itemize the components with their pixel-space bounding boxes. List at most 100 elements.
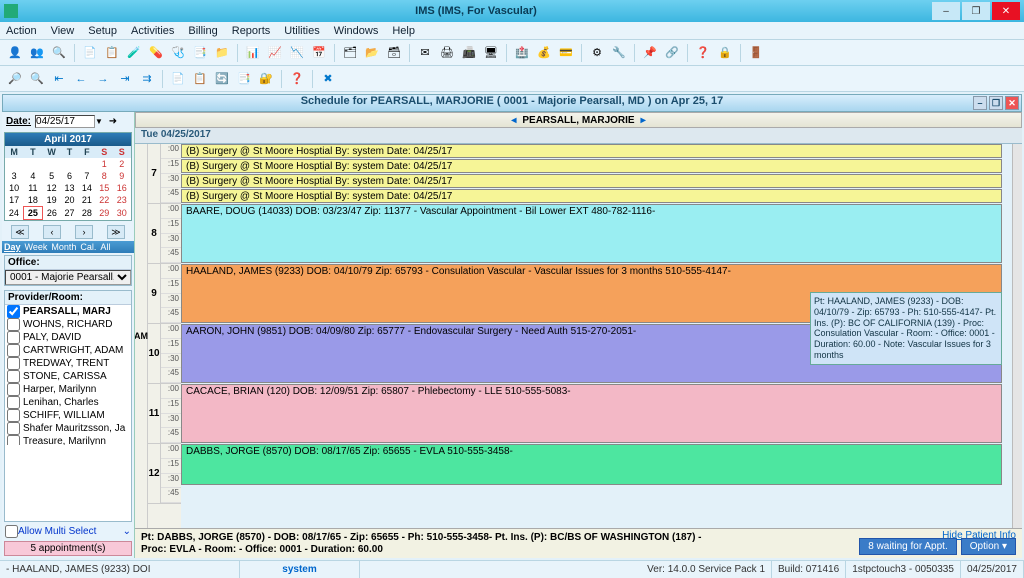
tool-icon[interactable]: 📋: [103, 44, 121, 62]
tool-icon[interactable]: ⚙: [588, 44, 606, 62]
view-tab-cal[interactable]: Cal.: [80, 242, 96, 252]
calendar-day[interactable]: 9: [113, 170, 130, 182]
menu-windows[interactable]: Windows: [334, 25, 379, 37]
menu-reports[interactable]: Reports: [232, 25, 271, 37]
tool-icon[interactable]: 📠: [460, 44, 478, 62]
calendar-day[interactable]: 8: [96, 170, 113, 182]
date-dropdown-icon[interactable]: ▼: [95, 117, 103, 126]
provider-item[interactable]: Lenihan, Charles: [5, 396, 131, 409]
calendar-day[interactable]: 17: [5, 194, 23, 207]
calendar-day[interactable]: 30: [113, 207, 130, 220]
appointment-block[interactable]: BAARE, DOUG (14033) DOB: 03/23/47 Zip: 1…: [181, 204, 1002, 263]
calendar-day[interactable]: 4: [23, 170, 42, 182]
calendar-day[interactable]: 11: [23, 182, 42, 194]
menu-billing[interactable]: Billing: [188, 25, 217, 37]
nav-back-icon[interactable]: ←: [72, 70, 90, 88]
calendar-day[interactable]: 1: [96, 158, 113, 170]
close-icon[interactable]: ✖: [319, 70, 337, 88]
tool-icon[interactable]: 📅: [310, 44, 328, 62]
tool-icon[interactable]: 🔧: [610, 44, 628, 62]
appointment-block[interactable]: (B) Surgery @ St Moore Hosptial By: syst…: [181, 174, 1002, 188]
exit-icon[interactable]: 🚪: [747, 44, 765, 62]
provider-item[interactable]: Harper, Marilynn: [5, 383, 131, 396]
appointment-block[interactable]: CACACE, BRIAN (120) DOB: 12/09/51 Zip: 6…: [181, 384, 1002, 443]
calendar-day[interactable]: 27: [61, 207, 78, 220]
tool-icon[interactable]: 💰: [535, 44, 553, 62]
tool-icon[interactable]: 🗃: [385, 44, 403, 62]
menu-help[interactable]: Help: [392, 25, 415, 37]
tool-icon[interactable]: 🖥: [482, 44, 500, 62]
calendar-day[interactable]: 19: [42, 194, 60, 207]
view-tab-month[interactable]: Month: [51, 242, 76, 252]
calendar-day[interactable]: 6: [61, 170, 78, 182]
provider-item[interactable]: Shafer Mauritzsson, Ja: [5, 422, 131, 435]
tool-icon[interactable]: 📂: [363, 44, 381, 62]
cal-next[interactable]: ›: [75, 225, 93, 239]
close-button[interactable]: ✕: [992, 2, 1020, 20]
tool-icon[interactable]: 💳: [557, 44, 575, 62]
appointment-block[interactable]: DABBS, JORGE (8570) DOB: 08/17/65 Zip: 6…: [181, 444, 1002, 485]
calendar-day[interactable]: 23: [113, 194, 130, 207]
calendar-day[interactable]: 29: [96, 207, 113, 220]
minimize-button[interactable]: –: [932, 2, 960, 20]
menu-view[interactable]: View: [51, 25, 75, 37]
nav-prev-icon[interactable]: ⇤: [50, 70, 68, 88]
tool-icon[interactable]: 👤: [6, 44, 24, 62]
schedule-grid[interactable]: (B) Surgery @ St Moore Hosptial By: syst…: [181, 144, 1012, 528]
tool-icon[interactable]: 🔍: [50, 44, 68, 62]
calendar-day[interactable]: 12: [42, 182, 60, 194]
view-tab-all[interactable]: All: [100, 242, 110, 252]
tool-icon[interactable]: 👥: [28, 44, 46, 62]
child-maximize-button[interactable]: ❐: [989, 96, 1003, 110]
provider-item[interactable]: SCHIFF, WILLIAM: [5, 409, 131, 422]
tool-icon[interactable]: 🔐: [257, 70, 275, 88]
tool-icon[interactable]: 🩺: [169, 44, 187, 62]
menu-action[interactable]: Action: [6, 25, 37, 37]
tool-icon[interactable]: 💊: [147, 44, 165, 62]
calendar-day[interactable]: 28: [78, 207, 95, 220]
calendar-day[interactable]: [61, 158, 78, 170]
lock-icon[interactable]: 🔒: [716, 44, 734, 62]
tool-icon[interactable]: 🏥: [513, 44, 531, 62]
help-icon[interactable]: ❓: [694, 44, 712, 62]
calendar-day[interactable]: 15: [96, 182, 113, 194]
cal-prev[interactable]: ‹: [43, 225, 61, 239]
tool-icon[interactable]: 📄: [169, 70, 187, 88]
office-select[interactable]: 0001 - Majorie Pearsall, MD: [5, 270, 131, 285]
tool-icon[interactable]: 📋: [191, 70, 209, 88]
calendar-day[interactable]: 3: [5, 170, 23, 182]
provider-item[interactable]: CARTWRIGHT, ADAM: [5, 344, 131, 357]
calendar-day[interactable]: [5, 158, 23, 170]
cal-prev-fast[interactable]: ≪: [11, 225, 29, 239]
menu-setup[interactable]: Setup: [88, 25, 117, 37]
calendar-day[interactable]: 14: [78, 182, 95, 194]
calendar-day[interactable]: 10: [5, 182, 23, 194]
provider-item[interactable]: WOHNS, RICHARD: [5, 318, 131, 331]
calendar-day[interactable]: 13: [61, 182, 78, 194]
calendar-day[interactable]: [78, 158, 95, 170]
tool-icon[interactable]: 📉: [288, 44, 306, 62]
tool-icon[interactable]: 📌: [641, 44, 659, 62]
option-button[interactable]: Option ▾: [961, 538, 1016, 555]
provider-item[interactable]: Treasure, Marilynn: [5, 435, 131, 445]
calendar-day[interactable]: 26: [42, 207, 60, 220]
vertical-scrollbar[interactable]: [1012, 144, 1022, 528]
provider-item[interactable]: PEARSALL, MARJ: [5, 305, 131, 318]
calendar-day[interactable]: 7: [78, 170, 95, 182]
menu-utilities[interactable]: Utilities: [284, 25, 319, 37]
child-close-button[interactable]: ✕: [1005, 96, 1019, 110]
maximize-button[interactable]: ❐: [962, 2, 990, 20]
cal-next-fast[interactable]: ≫: [107, 225, 125, 239]
tool-icon[interactable]: 🧪: [125, 44, 143, 62]
calendar-day[interactable]: 24: [5, 207, 23, 220]
tool-icon[interactable]: 📁: [213, 44, 231, 62]
tool-icon[interactable]: 📊: [244, 44, 262, 62]
waiting-for-appt-button[interactable]: 8 waiting for Appt.: [859, 538, 957, 555]
refresh-icon[interactable]: 🔄: [213, 70, 231, 88]
child-minimize-button[interactable]: –: [973, 96, 987, 110]
tool-icon[interactable]: 📈: [266, 44, 284, 62]
tool-icon[interactable]: 📑: [235, 70, 253, 88]
provider-next-icon[interactable]: ▸: [641, 115, 646, 126]
provider-item[interactable]: STONE, CARISSA: [5, 370, 131, 383]
tool-icon[interactable]: 📑: [191, 44, 209, 62]
